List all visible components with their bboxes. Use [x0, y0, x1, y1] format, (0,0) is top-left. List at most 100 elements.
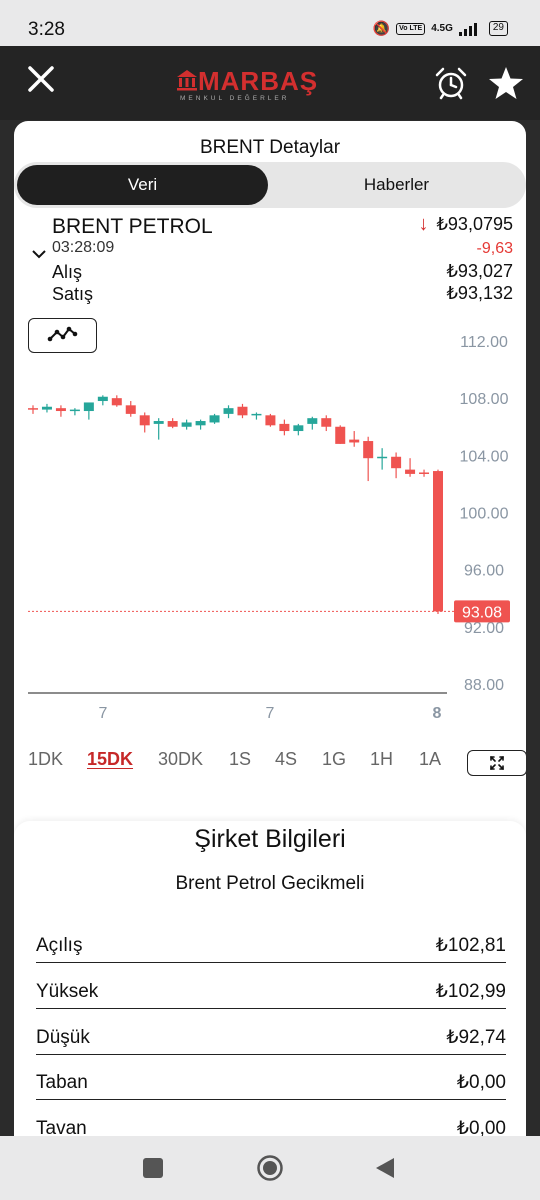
info-row-yuksek: Yüksek ₺102,99: [36, 969, 506, 1009]
home-button[interactable]: [256, 1154, 284, 1182]
tab-switcher: Veri Haberler: [14, 162, 526, 208]
y-tick-label: 104.00: [460, 448, 509, 465]
candle-body: [69, 409, 80, 412]
ask-value: ₺93,132: [446, 283, 513, 303]
chart-type-button[interactable]: [28, 318, 97, 353]
status-icons: 🔕 Vo LTE 4.5G 29: [373, 20, 508, 37]
logo-text: MARBAŞ: [198, 66, 319, 96]
y-tick-label: 108.00: [460, 391, 509, 408]
timeframe-30dk[interactable]: 30DK: [158, 749, 203, 770]
info-row-taban: Taban ₺0,00: [36, 1060, 506, 1100]
candle-body: [195, 421, 206, 426]
info-value: ₺0,00: [456, 1118, 506, 1136]
info-row-tavan: Tavan ₺0,00: [36, 1106, 506, 1136]
candle-body: [293, 425, 304, 432]
y-tick-label: 96.00: [464, 563, 504, 580]
bid-label: Alış: [52, 262, 83, 282]
candle-body: [363, 441, 374, 459]
tab-haberler[interactable]: Haberler: [270, 165, 523, 205]
candle-body: [391, 456, 402, 469]
candle-body: [265, 415, 276, 426]
price-change: -9,63: [476, 240, 513, 257]
candle-body: [237, 406, 248, 416]
recents-button[interactable]: [143, 1158, 163, 1178]
candle-body: [433, 471, 443, 612]
close-icon[interactable]: [26, 64, 56, 94]
candle-body: [41, 406, 52, 410]
timeframe-1g[interactable]: 1G: [322, 749, 346, 770]
y-tick-label: 112.00: [460, 334, 508, 351]
status-time: 3:28: [28, 19, 65, 40]
candle-body: [405, 469, 416, 474]
signal-icon: [458, 22, 477, 36]
timeframe-1dk[interactable]: 1DK: [28, 749, 63, 770]
company-info-card: Şirket Bilgileri Brent Petrol Gecikmeli …: [14, 821, 526, 1136]
star-icon[interactable]: [488, 66, 524, 100]
timeframe-4s[interactable]: 4S: [275, 749, 297, 770]
logo-building-icon: [177, 70, 197, 91]
timeframe-selector: 1DK 15DK 30DK 1S 4S 1G 1H 1A: [14, 749, 526, 779]
line-chart-icon: [47, 326, 78, 342]
timeframe-1a[interactable]: 1A: [419, 749, 441, 770]
ask-label: Satış: [52, 284, 94, 304]
company-info-subtitle: Brent Petrol Gecikmeli: [175, 873, 365, 894]
info-value: ₺0,00: [456, 1072, 506, 1093]
info-label: Düşük: [36, 1027, 90, 1048]
candle-body: [139, 415, 150, 426]
expand-icon: [490, 756, 504, 770]
candle-body: [209, 415, 220, 423]
volte-badge: Vo LTE: [396, 22, 426, 35]
info-value: ₺102,81: [435, 935, 506, 956]
candle-body: [55, 408, 66, 412]
last-price-label: 93.08: [462, 604, 502, 621]
system-nav-bar: [0, 1136, 540, 1200]
x-tick-label: 8: [433, 705, 442, 722]
candle-body: [349, 439, 360, 443]
logo-subtitle: MENKUL DEĞERLER: [180, 95, 290, 102]
symbol-name: BRENT PETROL: [52, 215, 213, 238]
x-tick-label: 7: [266, 705, 275, 722]
chevron-down-icon[interactable]: [31, 248, 47, 260]
info-label: Tavan: [36, 1118, 87, 1136]
timeframe-1h[interactable]: 1H: [370, 749, 393, 770]
app-header: MARBAŞ MENKUL DEĞERLER: [0, 46, 540, 120]
info-row-acilis: Açılış ₺102,81: [36, 923, 506, 963]
x-tick-label: 7: [99, 705, 108, 722]
candle-body: [83, 402, 94, 412]
candle-body: [181, 422, 192, 427]
marbas-logo: MARBAŞ MENKUL DEĞERLER: [176, 66, 319, 102]
timeframe-15dk[interactable]: 15DK: [87, 749, 133, 770]
alarm-clock-icon[interactable]: [434, 66, 468, 100]
info-value: ₺92,74: [446, 1027, 506, 1048]
bid-value: ₺93,027: [446, 261, 513, 281]
last-price-value: ₺93,0795: [436, 214, 513, 234]
y-tick-label: 100.00: [460, 506, 509, 523]
candle-body: [321, 418, 332, 427]
info-value: ₺102,99: [435, 981, 506, 1002]
arrow-down-icon: ↓: [418, 213, 429, 235]
sheet-title: BRENT Detaylar: [199, 137, 341, 158]
battery-icon: 29: [488, 21, 508, 36]
candle-body: [223, 408, 234, 414]
candle-body: [97, 396, 108, 402]
candle-body: [153, 421, 164, 424]
back-button[interactable]: [374, 1156, 396, 1180]
info-label: Taban: [36, 1072, 88, 1093]
candle-body: [125, 405, 136, 414]
info-row-dusuk: Düşük ₺92,74: [36, 1015, 506, 1055]
candle-body: [167, 421, 178, 427]
mute-icon: 🔕: [372, 20, 391, 36]
network-type: 4.5G: [431, 22, 453, 34]
candle-body: [28, 408, 38, 410]
candle-body: [279, 423, 290, 432]
candle-body: [251, 413, 262, 416]
info-label: Yüksek: [36, 981, 99, 1002]
candle-body: [419, 472, 430, 474]
status-bar: 3:28 🔕 Vo LTE 4.5G 29: [0, 0, 540, 46]
y-tick-label: 88.00: [464, 677, 504, 694]
timeframe-1s[interactable]: 1S: [229, 749, 251, 770]
tab-veri[interactable]: Veri: [17, 165, 268, 205]
fullscreen-button[interactable]: [467, 750, 526, 776]
candlestick-chart[interactable]: 112.00108.00104.00100.0096.0092.0088.007…: [14, 321, 526, 741]
candle-body: [307, 418, 318, 424]
